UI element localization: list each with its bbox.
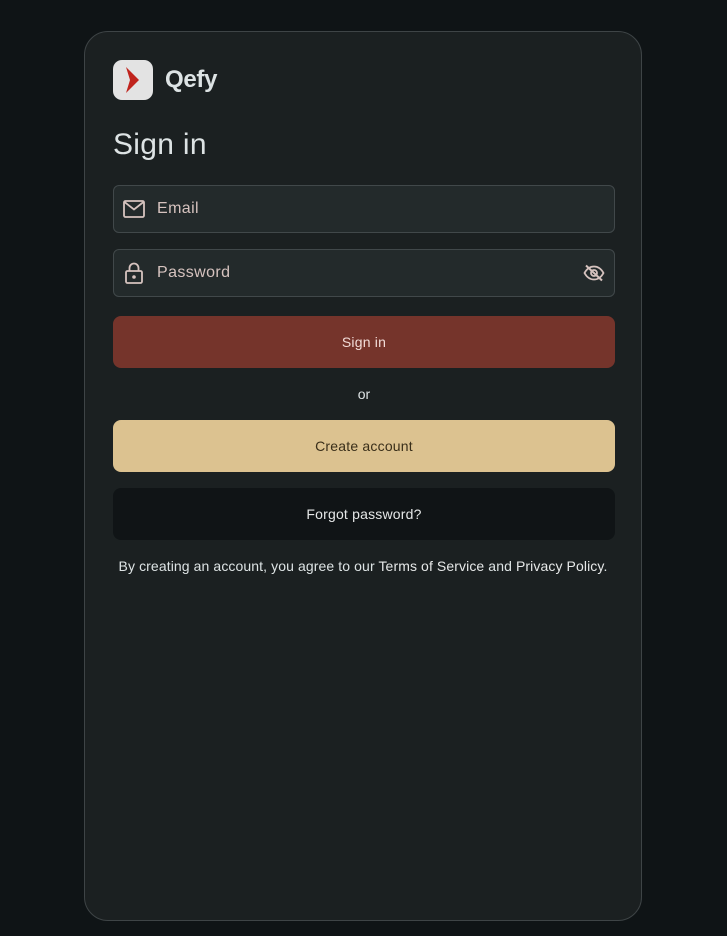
email-field[interactable] (113, 185, 615, 233)
lock-icon (122, 261, 146, 285)
password-field[interactable] (113, 249, 615, 297)
privacy-policy-link[interactable]: Privacy Policy (516, 558, 604, 574)
create-account-button[interactable]: Create account (113, 420, 615, 472)
forgot-password-button[interactable]: Forgot password? (113, 488, 615, 540)
legal-suffix: . (603, 558, 608, 574)
sign-in-card: Qefy Sign in Sign in (84, 31, 642, 921)
legal-conjunction: and (484, 558, 516, 574)
app-logo (113, 60, 153, 100)
legal-notice: By creating an account, you agree to our… (85, 558, 641, 574)
terms-of-service-link[interactable]: Terms of Service (378, 558, 484, 574)
email-input[interactable] (146, 186, 614, 232)
sign-in-button[interactable]: Sign in (113, 316, 615, 368)
legal-prefix: By creating an account, you agree to our (118, 558, 379, 574)
app-name: Qefy (165, 66, 218, 93)
page-title: Sign in (113, 128, 207, 161)
eye-off-icon[interactable] (582, 261, 606, 285)
mail-icon (122, 197, 146, 221)
password-input[interactable] (146, 250, 582, 296)
chevron-right-logo-icon (126, 67, 139, 93)
or-divider-label: or (357, 386, 371, 402)
brand-header: Qefy (113, 60, 217, 100)
